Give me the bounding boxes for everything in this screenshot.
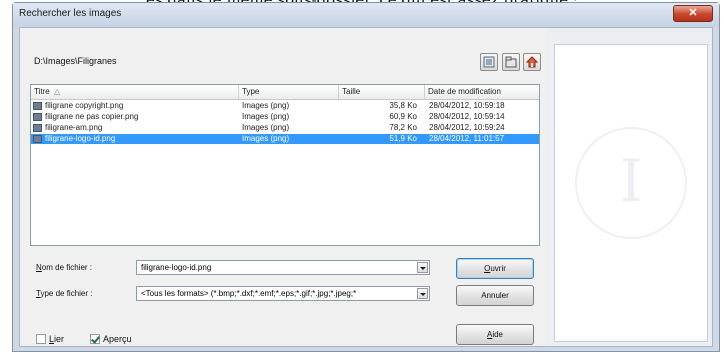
image-file-icon [33,102,42,110]
cell-name: filigrane-am.png [45,123,103,132]
filetype-select[interactable]: <Tous les formats> (*.bmp;*.dxf;*.emf;*.… [136,286,430,301]
location-bar: D:\Images\Filigranes [30,50,541,78]
preview-label: Aperçu [103,334,132,344]
table-row[interactable]: filigrane-logo-id.png Images (png) 51,9 Ko… [31,134,539,144]
browser-panel: D:\Images\Filigranes Titre △ Type Taille… [20,28,547,346]
cell-date: 28/04/2012, 10:59:18 [429,101,505,110]
column-header-title[interactable]: Titre △ [31,85,239,99]
close-icon: ✕ [688,7,698,19]
cell-date: 28/04/2012, 11:01:57 [429,134,505,143]
table-row[interactable]: filigrane ne pas copier.png Images (png) 6… [31,112,539,122]
column-header-size[interactable]: Taille [339,85,425,99]
filename-field[interactable]: filigrane-logo-id.png [136,260,430,275]
file-list[interactable]: Titre △ Type Taille Date de modification… [30,84,540,246]
help-button[interactable]: Aide [456,324,534,345]
cell-date: 28/04/2012, 10:59:24 [429,123,505,132]
current-path: D:\Images\Filigranes [34,56,117,66]
details-view-icon [483,56,495,68]
up-folder-button[interactable] [502,53,520,71]
home-icon [526,56,538,68]
link-checkbox[interactable] [36,334,46,344]
home-folder-button[interactable] [523,53,541,71]
cell-size: 51,9 Ko [389,134,417,143]
chevron-down-icon[interactable] [417,262,428,273]
cell-size: 35,8 Ko [389,101,417,110]
cell-type: Images (png) [242,112,290,121]
preview-watermark-logo: I [575,127,687,239]
image-file-icon [33,135,42,143]
image-file-icon [33,124,42,132]
column-header-date[interactable]: Date de modification [425,85,539,99]
sort-ascending-icon: △ [53,87,61,96]
image-search-dialog: Rechercher les images ✕ D:\Images\Filigr… [12,2,720,352]
open-button[interactable]: Ouvrir [456,258,534,279]
watermark-letter: I [619,147,643,215]
column-header-type[interactable]: Type [239,85,339,99]
folder-up-icon [505,56,517,68]
list-header: Titre △ Type Taille Date de modification [31,85,539,100]
cell-name: filigrane-logo-id.png [45,134,116,143]
close-button[interactable]: ✕ [673,5,713,22]
cell-type: Images (png) [242,123,290,132]
dialog-body: D:\Images\Filigranes Titre △ Type Taille… [19,27,713,347]
table-row[interactable]: filigrane copyright.png Images (png) 35,8 … [31,101,539,111]
cell-name: filigrane ne pas copier.png [45,112,139,121]
cell-size: 78,2 Ko [389,123,417,132]
cell-name: filigrane copyright.png [45,101,124,110]
cell-type: Images (png) [242,134,290,143]
window-title: Rechercher les images [19,8,122,19]
cell-type: Images (png) [242,101,290,110]
title-bar[interactable]: Rechercher les images ✕ [13,3,719,27]
table-row[interactable]: filigrane-am.png Images (png) 78,2 Ko 28/04… [31,123,539,133]
cancel-button[interactable]: Annuler [456,285,534,306]
view-mode-button[interactable] [480,53,498,71]
filetype-label: Type de fichier : [36,289,93,298]
preview-checkbox[interactable] [90,334,100,344]
image-preview-pane: I [554,44,708,342]
cell-date: 28/04/2012, 10:59:14 [429,112,505,121]
cell-size: 60,9 Ko [389,112,417,121]
chevron-down-icon[interactable] [417,288,428,299]
image-file-icon [33,113,42,121]
link-label: Lier [49,334,65,344]
filename-label: Nom de fichier : [36,263,93,272]
